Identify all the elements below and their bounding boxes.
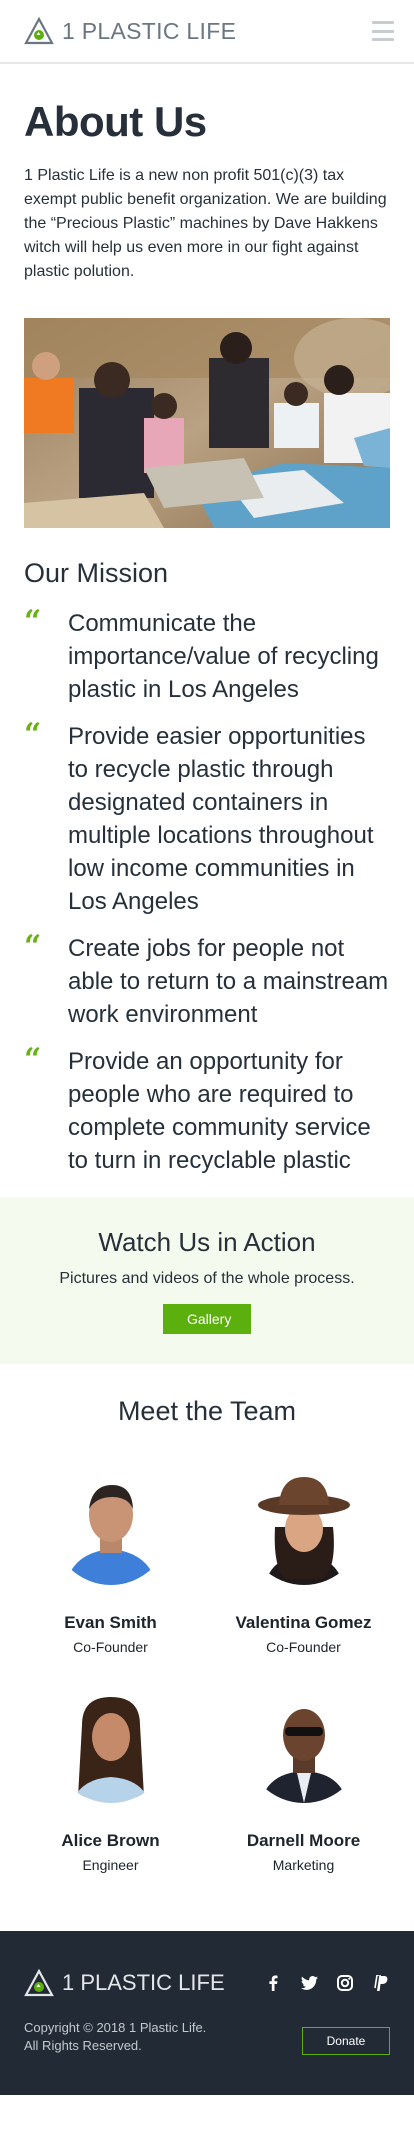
gallery-button[interactable]: Gallery [163,1304,251,1334]
recycle-triangle-logo-icon [24,17,54,45]
mission-item: “ Communicate the importance/value of re… [24,607,390,706]
copyright-text: Copyright © 2018 1 Plastic Life. All Rig… [24,2019,206,2055]
avatar [244,1685,363,1803]
site-footer: 1 PLASTIC LIFE Copyright © 2018 1 Plasti… [0,1931,414,2095]
quote-icon: “ [24,1045,42,1073]
social-links [264,1974,390,1992]
quote-icon: “ [24,932,42,960]
volunteers-photo [24,318,390,528]
quote-icon: “ [24,720,42,748]
logo[interactable]: 1 PLASTIC LIFE [24,17,236,45]
mission-item-text: Provide easier opportunities to recycle … [68,723,374,915]
logo-text: 1 PLASTIC LIFE [62,17,237,44]
team-title: Meet the Team [117,1396,297,1426]
mission-list: “ Communicate the importance/value of re… [24,607,390,1177]
mission-item: “ Provide easier opportunities to recycl… [24,720,390,918]
team-member: Alice Brown Engineer [24,1685,197,1873]
team-grid: Evan Smith Co-Founder Valentina Gomez Co… [24,1467,390,1903]
paypal-icon[interactable] [372,1974,390,1992]
mission-item-text: Provide an opportunity for people who ar… [68,1048,371,1174]
member-role: Engineer [82,1857,139,1873]
mission-item: “ Provide an opportunity for people who … [24,1045,390,1177]
hamburger-menu-icon[interactable] [372,21,394,41]
team-member: Darnell Moore Marketing [217,1685,390,1873]
mission-section: Our Mission “ Communicate the importance… [0,528,414,1177]
member-role: Marketing [272,1857,335,1873]
rights-line: All Rights Reserved. [24,2038,142,2053]
facebook-icon[interactable] [264,1974,282,1992]
avatar [51,1467,170,1585]
mission-item-text: Communicate the importance/value of recy… [68,610,379,703]
member-role: Co-Founder [266,1639,341,1655]
team-member: Evan Smith Co-Founder [24,1467,197,1655]
site-header: 1 PLASTIC LIFE [0,0,414,64]
footer-logo-text: 1 PLASTIC LIFE [62,1970,225,1995]
member-name: Darnell Moore [246,1831,361,1850]
about-body: 1 Plastic Life is a new non profit 501(c… [24,167,387,280]
avatar [244,1467,363,1585]
member-name: Evan Smith [64,1613,157,1632]
mission-title: Our Mission [24,558,169,588]
member-name: Alice Brown [61,1831,160,1850]
mission-item: “ Create jobs for people not able to ret… [24,932,390,1031]
footer-logo[interactable]: 1 PLASTIC LIFE [24,1969,225,1997]
avatar [51,1685,170,1803]
watch-subtitle: Pictures and videos of the whole process… [59,1270,355,1287]
instagram-icon[interactable] [336,1974,354,1992]
copyright-line: Copyright © 2018 1 Plastic Life. [24,2020,207,2035]
watch-title: Watch Us in Action [98,1227,316,1257]
team-section: Meet the Team Evan Smith Co-Founder Vale… [0,1364,414,1931]
quote-icon: “ [24,607,42,635]
member-name: Valentina Gomez [235,1613,372,1632]
watch-section: Watch Us in Action Pictures and videos o… [0,1197,414,1364]
twitter-icon[interactable] [300,1974,318,1992]
about-section: About Us 1 Plastic Life is a new non pro… [0,64,414,284]
member-role: Co-Founder [73,1639,148,1655]
recycle-triangle-logo-icon [24,1969,54,1997]
donate-button[interactable]: Donate [302,2027,390,2055]
mission-item-text: Create jobs for people not able to retur… [68,935,389,1028]
team-member: Valentina Gomez Co-Founder [217,1467,390,1655]
about-title: About Us [24,98,207,145]
